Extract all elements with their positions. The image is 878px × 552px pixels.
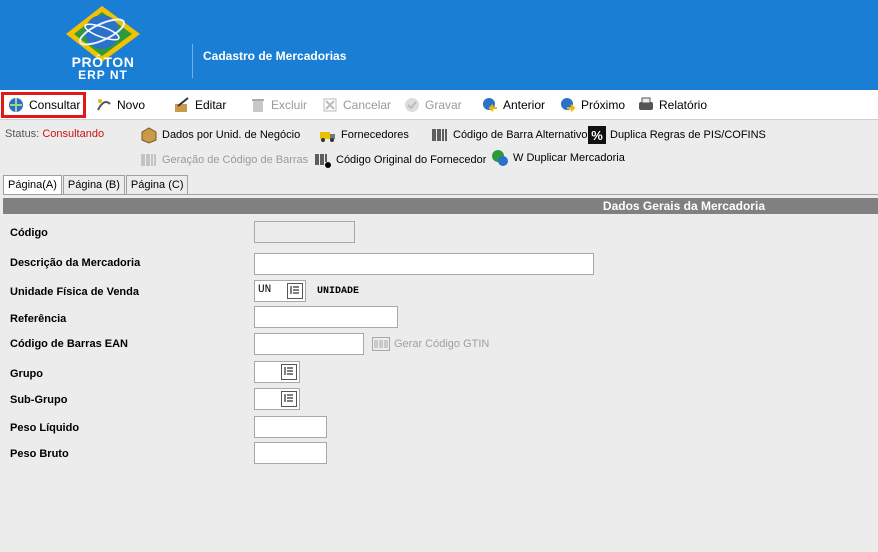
new-document-icon — [97, 99, 111, 111]
logo-text: PRÓTON ERP NT — [62, 55, 144, 81]
search-globe-icon — [9, 98, 23, 112]
descricao-field[interactable] — [254, 253, 594, 275]
duplicate-icon — [492, 150, 508, 166]
status-label: Status: — [5, 128, 40, 140]
next-icon — [561, 98, 576, 112]
peso-liquido-field[interactable] — [254, 416, 327, 438]
logo-line1: PRÓTON — [71, 54, 135, 70]
ean-field[interactable] — [254, 333, 364, 355]
barcode-icon — [372, 337, 390, 351]
cancelar-button[interactable]: Cancelar — [321, 92, 391, 118]
form-panel — [3, 195, 878, 552]
unidade-value: UN — [258, 284, 272, 296]
novo-button[interactable]: Novo — [95, 92, 145, 118]
referencia-field[interactable] — [254, 306, 398, 328]
subgrupo-field[interactable] — [254, 388, 300, 410]
duplica-regras-label: Duplica Regras de PIS/COFINS — [610, 129, 766, 141]
codigo-original-label: Código Original do Fornecedor — [336, 154, 487, 166]
tab-strip: Página(A) Página (B) Página (C) — [3, 175, 189, 195]
box-icon — [141, 127, 157, 144]
delete-icon — [252, 99, 264, 112]
editar-label: Editar — [195, 98, 227, 112]
codigo-label: Código — [10, 227, 48, 239]
duplicar-mercadoria-label: W Duplicar Mercadoria — [513, 152, 625, 164]
header-divider — [192, 44, 193, 78]
previous-icon — [483, 98, 497, 112]
unidade-label: Unidade Física de Venda — [10, 286, 139, 298]
app-header: PRÓTON ERP NT Cadastro de Mercadorias — [0, 0, 878, 90]
svg-text:%: % — [591, 128, 603, 143]
relatorio-button[interactable]: Relatório — [637, 92, 707, 118]
descricao-label: Descrição da Mercadoria — [10, 257, 141, 269]
anterior-label: Anterior — [503, 98, 546, 112]
codigo-field[interactable] — [254, 221, 355, 243]
geracao-codigo-barras-button[interactable]: Geração de Código de Barras — [140, 151, 308, 169]
percent-icon: % — [588, 126, 606, 144]
anterior-button[interactable]: Anterior — [481, 92, 545, 118]
codigo-original-fornecedor-button[interactable]: Código Original do Fornecedor — [314, 151, 486, 169]
fornecedores-button[interactable]: Fornecedores — [319, 126, 409, 144]
list-lookup-icon — [284, 367, 293, 375]
consultar-label: Consultar — [29, 98, 81, 112]
proximo-button[interactable]: Próximo — [559, 92, 625, 118]
dados-unid-label: Dados por Unid. de Negócio — [162, 129, 301, 141]
subgrupo-label: Sub-Grupo — [10, 394, 68, 406]
novo-label: Novo — [117, 98, 146, 112]
grupo-label: Grupo — [10, 368, 43, 380]
truck-icon — [320, 132, 335, 142]
barcode-icon — [141, 154, 156, 166]
peso-liquido-label: Peso Líquido — [10, 422, 80, 434]
editar-button[interactable]: Editar — [173, 92, 226, 118]
report-icon — [639, 97, 653, 110]
consultar-button[interactable]: Consultar — [1, 92, 87, 118]
gerar-gtin-label: Gerar Código GTIN — [394, 338, 490, 350]
unidade-field[interactable]: UN — [254, 280, 306, 302]
cancel-icon — [323, 98, 337, 112]
list-lookup-icon — [284, 394, 293, 402]
excluir-label: Excluir — [271, 98, 308, 112]
tab-pagina-c[interactable]: Página (C) — [125, 175, 189, 195]
subgrupo-lookup-button[interactable] — [281, 391, 297, 407]
logo-line2: ERP NT — [78, 68, 128, 82]
geracao-codigo-label: Geração de Código de Barras — [162, 154, 309, 166]
relatorio-label: Relatório — [659, 98, 708, 112]
edit-icon — [175, 97, 189, 112]
grupo-field[interactable] — [254, 361, 300, 383]
save-icon — [405, 98, 419, 112]
peso-bruto-field[interactable] — [254, 442, 327, 464]
grupo-lookup-button[interactable] — [281, 364, 297, 380]
proximo-label: Próximo — [581, 98, 626, 112]
page-title: Cadastro de Mercadorias — [203, 49, 347, 63]
peso-bruto-label: Peso Bruto — [10, 448, 69, 460]
barcode-add-icon — [315, 154, 331, 168]
duplicar-mercadoria-button[interactable]: W Duplicar Mercadoria — [491, 149, 625, 167]
main-toolbar: Consultar Novo Editar Excluir Cancelar G… — [0, 90, 878, 120]
section-title: Dados Gerais da Mercadoria — [3, 198, 878, 214]
unidade-lookup-button[interactable] — [287, 283, 303, 299]
excluir-button[interactable]: Excluir — [249, 92, 307, 118]
status-line: Status: Consultando — [5, 128, 104, 140]
codigo-barra-alternativo-button[interactable]: Código de Barra Alternativo — [431, 126, 588, 144]
gravar-label: Gravar — [425, 98, 462, 112]
tab-pagina-b[interactable]: Página (B) — [62, 175, 125, 195]
fornecedores-label: Fornecedores — [341, 129, 409, 141]
ean-label: Código de Barras EAN — [10, 338, 128, 350]
gravar-button[interactable]: Gravar — [403, 92, 462, 118]
unidade-description: UNIDADE — [317, 286, 360, 297]
barcode-icon — [432, 129, 447, 141]
duplica-regras-pis-cofins-button[interactable]: % Duplica Regras de PIS/COFINS — [588, 126, 766, 144]
status-value: Consultando — [42, 128, 105, 140]
tab-pagina-a[interactable]: Página(A) — [3, 175, 62, 195]
gerar-gtin-button[interactable]: Gerar Código GTIN — [372, 337, 489, 351]
referencia-label: Referência — [10, 313, 67, 325]
list-lookup-icon — [290, 286, 299, 294]
dados-unid-negocio-button[interactable]: Dados por Unid. de Negócio — [140, 126, 300, 144]
codigo-barra-alt-label: Código de Barra Alternativo — [453, 129, 588, 141]
cancelar-label: Cancelar — [343, 98, 392, 112]
